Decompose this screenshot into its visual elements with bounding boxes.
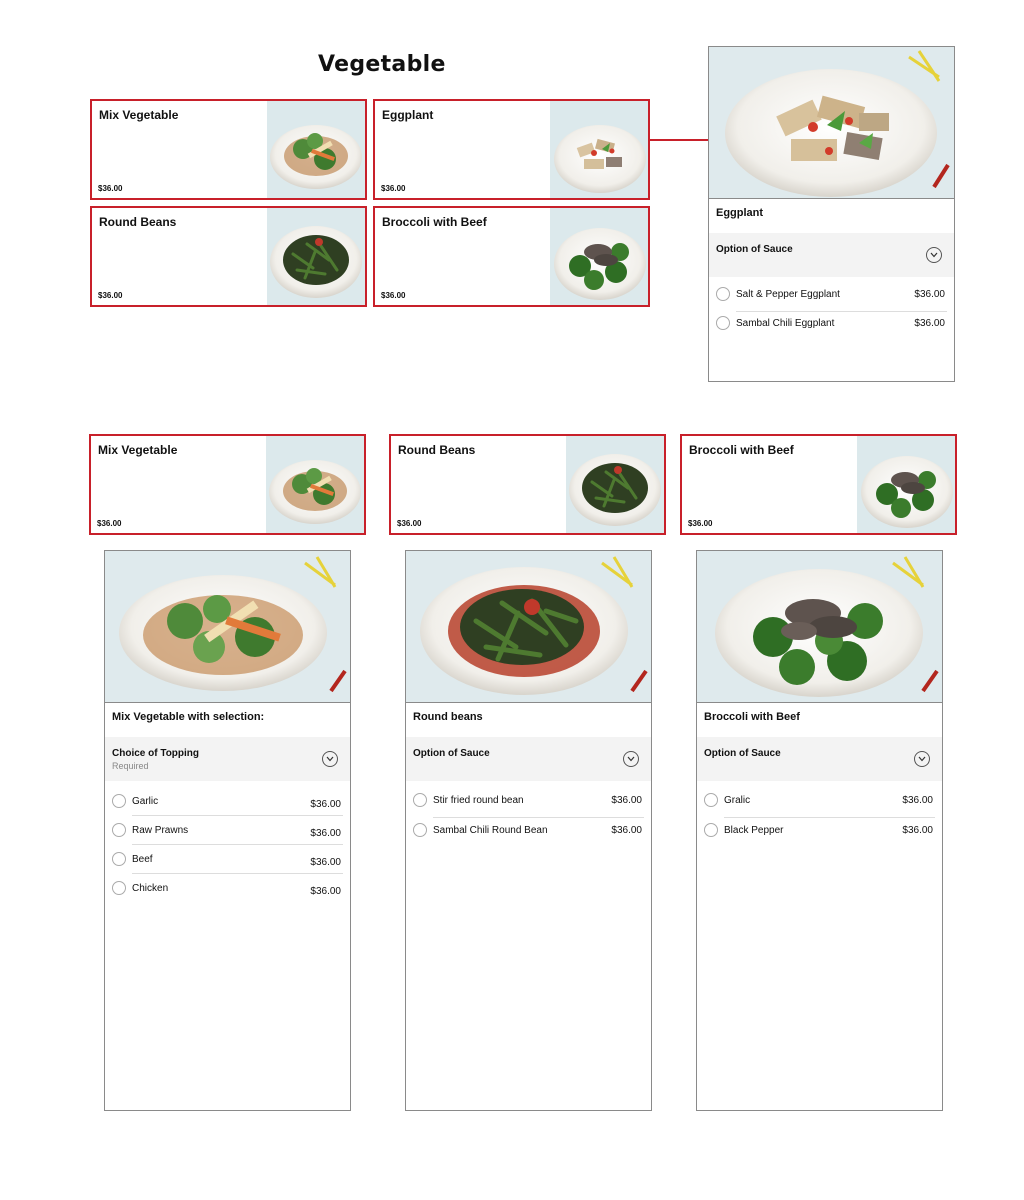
item-detail-panel-eggplant: Eggplant Option of Sauce Salt & Pepper E… bbox=[708, 46, 955, 382]
item-detail-panel-mix-vegetable: Mix Vegetable with selection: Choice of … bbox=[104, 550, 351, 1111]
option-choice[interactable]: Salt & Pepper Eggplant $36.00 bbox=[716, 283, 947, 312]
dish-image-mix-vegetable bbox=[267, 101, 365, 198]
option-choice-label: Sambal Chili Eggplant bbox=[736, 318, 835, 329]
radio-icon[interactable] bbox=[112, 823, 126, 837]
dish-hero-image-round-beans bbox=[406, 551, 651, 703]
chevron-down-icon[interactable] bbox=[322, 751, 338, 767]
item-detail-panel-broccoli-beef: Broccoli with Beef Option of Sauce Grali… bbox=[696, 550, 943, 1111]
option-choice-label: Salt & Pepper Eggplant bbox=[736, 289, 840, 300]
divider bbox=[433, 817, 644, 818]
menu-card-price: $36.00 bbox=[381, 184, 406, 193]
option-choice-label: Sambal Chili Round Bean bbox=[433, 825, 548, 836]
dish-image-round-beans bbox=[267, 208, 365, 305]
chevron-down-icon[interactable] bbox=[914, 751, 930, 767]
option-choice[interactable]: Sambal Chili Eggplant $36.00 bbox=[716, 312, 947, 341]
option-choice-label: Chicken bbox=[132, 883, 169, 894]
option-choice-price: $36.00 bbox=[310, 799, 341, 810]
menu-card-price: $36.00 bbox=[397, 519, 422, 528]
menu-card-name: Round Beans bbox=[99, 215, 177, 229]
option-choice[interactable]: Stir fried round bean $36.00 bbox=[413, 789, 644, 818]
radio-icon[interactable] bbox=[704, 793, 718, 807]
dish-hero-image-eggplant bbox=[709, 47, 954, 199]
panel-title: Round beans bbox=[413, 711, 483, 723]
dish-image-broccoli-beef bbox=[550, 208, 648, 305]
option-group-label: Option of Sauce bbox=[704, 748, 781, 759]
dish-hero-image-mix-vegetable bbox=[105, 551, 350, 703]
panel-title: Mix Vegetable with selection: bbox=[112, 711, 265, 723]
connector-line bbox=[650, 139, 708, 141]
section-title: Vegetable bbox=[318, 52, 446, 77]
menu-card-mix-vegetable[interactable]: Mix Vegetable $36.00 bbox=[90, 99, 367, 200]
option-choice[interactable]: Raw Prawns $36.00 bbox=[112, 816, 343, 845]
option-choice[interactable]: Sambal Chili Round Bean $36.00 bbox=[413, 819, 644, 848]
option-choice[interactable]: Chicken $36.00 bbox=[112, 874, 343, 903]
option-choice-price: $36.00 bbox=[611, 795, 642, 806]
panel-title: Eggplant bbox=[716, 207, 764, 219]
menu-card-price: $36.00 bbox=[98, 291, 123, 300]
radio-icon[interactable] bbox=[716, 316, 730, 330]
dish-image-round-beans bbox=[566, 436, 664, 533]
radio-icon[interactable] bbox=[704, 823, 718, 837]
option-choice-label: Beef bbox=[132, 854, 153, 865]
option-choice-label: Garlic bbox=[132, 796, 159, 807]
menu-card-name: Mix Vegetable bbox=[99, 108, 179, 122]
menu-card-name: Eggplant bbox=[382, 108, 434, 122]
menu-card-price: $36.00 bbox=[98, 184, 123, 193]
option-choice[interactable]: Gralic $36.00 bbox=[704, 789, 935, 818]
radio-icon[interactable] bbox=[413, 793, 427, 807]
menu-card-price: $36.00 bbox=[97, 519, 122, 528]
option-choice-label: Black Pepper bbox=[724, 825, 784, 836]
divider bbox=[724, 817, 935, 818]
chevron-down-icon[interactable] bbox=[926, 247, 942, 263]
item-detail-panel-round-beans: Round beans Option of Sauce Stir fried r… bbox=[405, 550, 652, 1111]
radio-icon[interactable] bbox=[112, 794, 126, 808]
menu-card-price: $36.00 bbox=[688, 519, 713, 528]
menu-card-eggplant[interactable]: Eggplant $36.00 bbox=[373, 99, 650, 200]
option-choice[interactable]: Black Pepper $36.00 bbox=[704, 819, 935, 848]
panel-title: Broccoli with Beef bbox=[704, 711, 800, 723]
option-choice-price: $36.00 bbox=[310, 828, 341, 839]
dish-image-eggplant bbox=[550, 101, 648, 198]
option-choice-price: $36.00 bbox=[914, 318, 945, 329]
menu-card-round-beans[interactable]: Round Beans $36.00 bbox=[90, 206, 367, 307]
option-choice[interactable]: Garlic $36.00 bbox=[112, 787, 343, 816]
menu-card-broccoli-beef[interactable]: Broccoli with Beef $36.00 bbox=[680, 434, 957, 535]
option-group-header[interactable]: Option of Sauce bbox=[709, 233, 954, 277]
menu-card-name: Broccoli with Beef bbox=[689, 443, 794, 457]
option-group-header[interactable]: Choice of Topping Required bbox=[105, 737, 350, 781]
option-group-label: Option of Sauce bbox=[716, 244, 793, 255]
menu-card-mix-vegetable[interactable]: Mix Vegetable $36.00 bbox=[89, 434, 366, 535]
option-choice-price: $36.00 bbox=[611, 825, 642, 836]
menu-card-round-beans[interactable]: Round Beans $36.00 bbox=[389, 434, 666, 535]
chevron-down-icon[interactable] bbox=[623, 751, 639, 767]
dish-hero-image-broccoli-beef bbox=[697, 551, 942, 703]
option-choice[interactable]: Beef $36.00 bbox=[112, 845, 343, 874]
option-choice-price: $36.00 bbox=[310, 857, 341, 868]
option-group-label: Option of Sauce bbox=[413, 748, 490, 759]
option-choice-price: $36.00 bbox=[310, 886, 341, 897]
radio-icon[interactable] bbox=[112, 852, 126, 866]
option-choice-price: $36.00 bbox=[902, 825, 933, 836]
radio-icon[interactable] bbox=[413, 823, 427, 837]
option-choice-label: Raw Prawns bbox=[132, 825, 189, 836]
dish-image-mix-vegetable bbox=[266, 436, 364, 533]
radio-icon[interactable] bbox=[112, 881, 126, 895]
menu-card-price: $36.00 bbox=[381, 291, 406, 300]
menu-card-name: Mix Vegetable bbox=[98, 443, 178, 457]
option-group-header[interactable]: Option of Sauce bbox=[406, 737, 651, 781]
menu-card-name: Broccoli with Beef bbox=[382, 215, 487, 229]
radio-icon[interactable] bbox=[716, 287, 730, 301]
option-group-required: Required bbox=[112, 761, 149, 771]
option-choice-label: Gralic bbox=[724, 795, 751, 806]
menu-card-broccoli-beef[interactable]: Broccoli with Beef $36.00 bbox=[373, 206, 650, 307]
option-group-label: Choice of Topping bbox=[112, 748, 200, 759]
option-group-header[interactable]: Option of Sauce bbox=[697, 737, 942, 781]
option-choice-price: $36.00 bbox=[902, 795, 933, 806]
option-choice-label: Stir fried round bean bbox=[433, 795, 524, 806]
menu-card-name: Round Beans bbox=[398, 443, 476, 457]
option-choice-price: $36.00 bbox=[914, 289, 945, 300]
dish-image-broccoli-beef bbox=[857, 436, 955, 533]
